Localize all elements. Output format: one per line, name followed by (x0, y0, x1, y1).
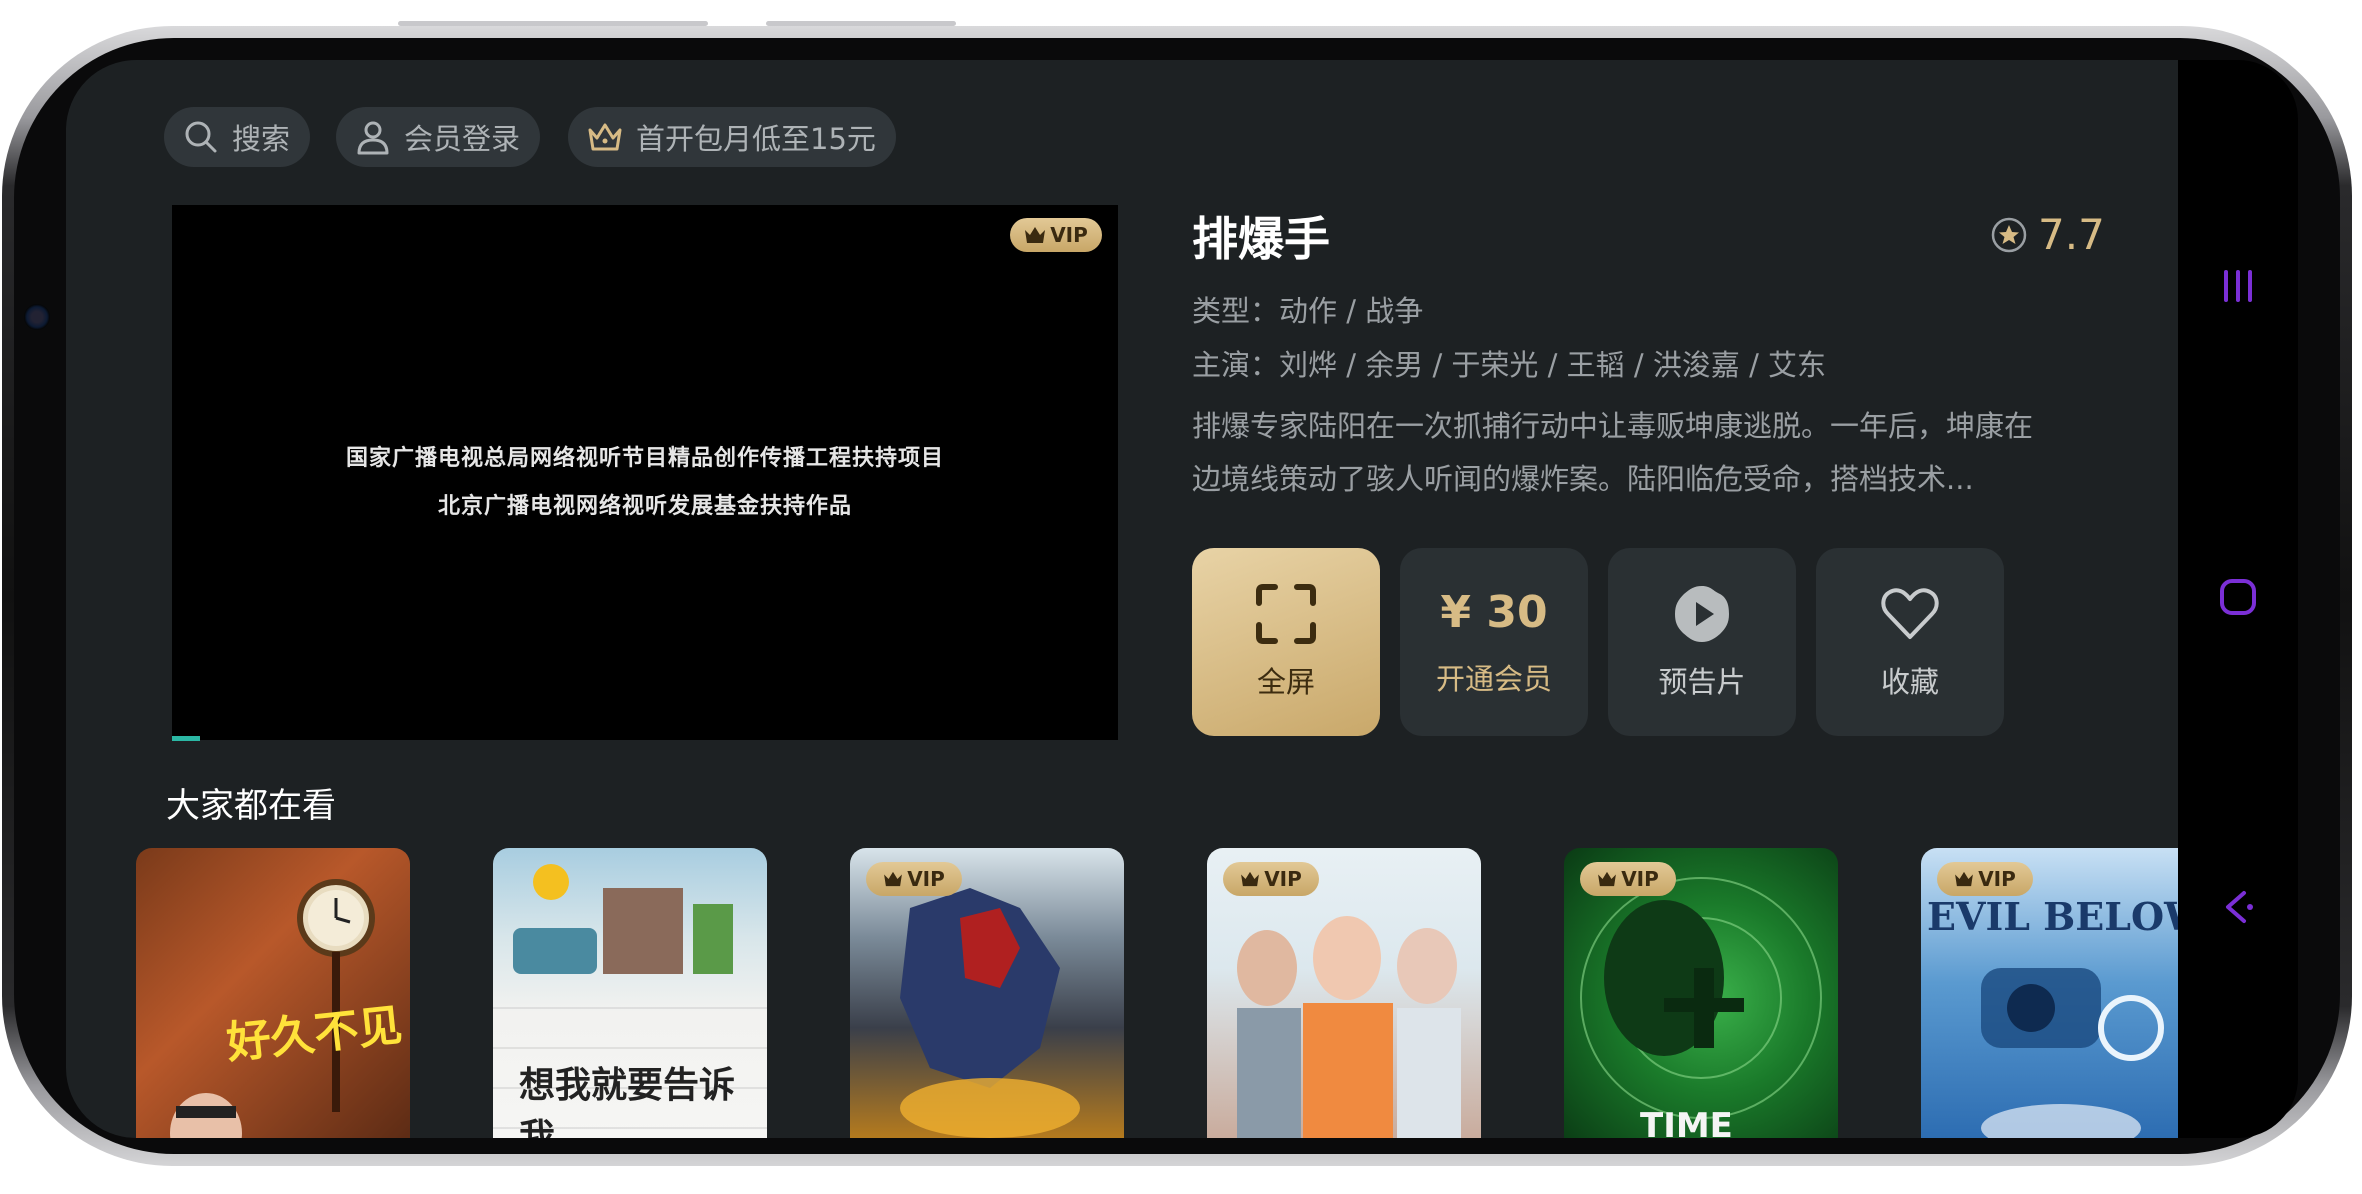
front-camera (24, 304, 50, 330)
genre: 动作 / 战争 (1279, 294, 1424, 328)
membership-button[interactable]: ¥ 30 开通会员 (1400, 548, 1588, 736)
player-caption-line2: 北京广播电视网络视听发展基金扶持作品 (437, 494, 852, 519)
poster-title: TIME (1640, 1106, 1733, 1138)
cast: 刘烨 / 余男 / 于荣光 / 王韬 / 洪浚嘉 / 艾东 (1279, 348, 1827, 382)
recent-apps-icon[interactable] (2218, 266, 2258, 306)
poster-card[interactable]: 想我就要告诉我 (493, 848, 767, 1138)
genre-row: 类型：动作 / 战争 (1192, 294, 1424, 328)
app-screen: 搜索 会员登录 首开包月低至15元 VIP 国家广播电视总局网络视听节目精品创作… (66, 60, 2179, 1138)
section-title: 大家都在看 (166, 786, 336, 826)
play-icon (1671, 583, 1733, 645)
system-nav-bar (2178, 60, 2298, 1138)
back-icon[interactable] (2218, 887, 2258, 927)
power-button (766, 21, 956, 26)
poster-title: 想我就要告诉我 (519, 1064, 736, 1138)
rating-value: 7.7 (2038, 210, 2105, 259)
vip-badge: VIP (866, 862, 962, 896)
crown-icon (586, 118, 624, 156)
search-label: 搜索 (232, 122, 291, 156)
promo-label: 首开包月低至15元 (636, 122, 876, 156)
fullscreen-button[interactable]: 全屏 (1192, 548, 1380, 736)
poster-card[interactable]: VIP TIME (1564, 848, 1838, 1138)
poster-title: EVIL BELOW (1927, 894, 2179, 939)
movie-title: 排爆手 (1192, 212, 1330, 266)
favorite-button[interactable]: 收藏 (1816, 548, 2004, 736)
member-login-button[interactable]: 会员登录 (336, 107, 541, 167)
promo-button[interactable]: 首开包月低至15元 (568, 107, 896, 167)
star-icon (1991, 217, 2027, 252)
vip-badge: VIP (1010, 218, 1102, 252)
crown-icon (1025, 227, 1046, 243)
search-icon (182, 118, 220, 156)
movie-description[interactable]: 排爆专家陆阳在一次抓捕行动中让毒贩坤康逃脱。一年后，坤康在 边境线策动了骇人听闻… (1192, 400, 2072, 506)
trailer-button[interactable]: 预告片 (1608, 548, 1796, 736)
rating: 7.7 (1990, 210, 2105, 259)
playback-progress-bar[interactable] (172, 736, 200, 741)
vip-badge: VIP (1580, 862, 1676, 896)
price: ¥ 30 (1440, 586, 1548, 638)
fullscreen-icon (1255, 583, 1317, 645)
player-caption-line1: 国家广播电视总局网络视听节目精品创作传播工程扶持项目 (345, 446, 944, 471)
volume-button (398, 21, 708, 26)
poster-card[interactable]: VIP EVIL BELOW (1921, 848, 2179, 1138)
cast-row: 主演：刘烨 / 余男 / 于荣光 / 王韬 / 洪浚嘉 / 艾东 (1192, 348, 1827, 382)
user-icon (354, 118, 392, 156)
home-icon[interactable] (2218, 577, 2258, 617)
vip-badge: VIP (1937, 862, 2033, 896)
login-label: 会员登录 (404, 122, 521, 156)
search-button[interactable]: 搜索 (164, 107, 311, 167)
poster-card[interactable]: 好久不见 (136, 848, 410, 1138)
poster-card[interactable]: VIP (1207, 848, 1481, 1138)
poster-card[interactable]: VIP (850, 848, 1124, 1138)
video-player[interactable]: VIP 国家广播电视总局网络视听节目精品创作传播工程扶持项目 北京广播电视网络视… (172, 205, 1118, 740)
vip-badge: VIP (1223, 862, 1319, 896)
heart-icon (1879, 583, 1941, 645)
